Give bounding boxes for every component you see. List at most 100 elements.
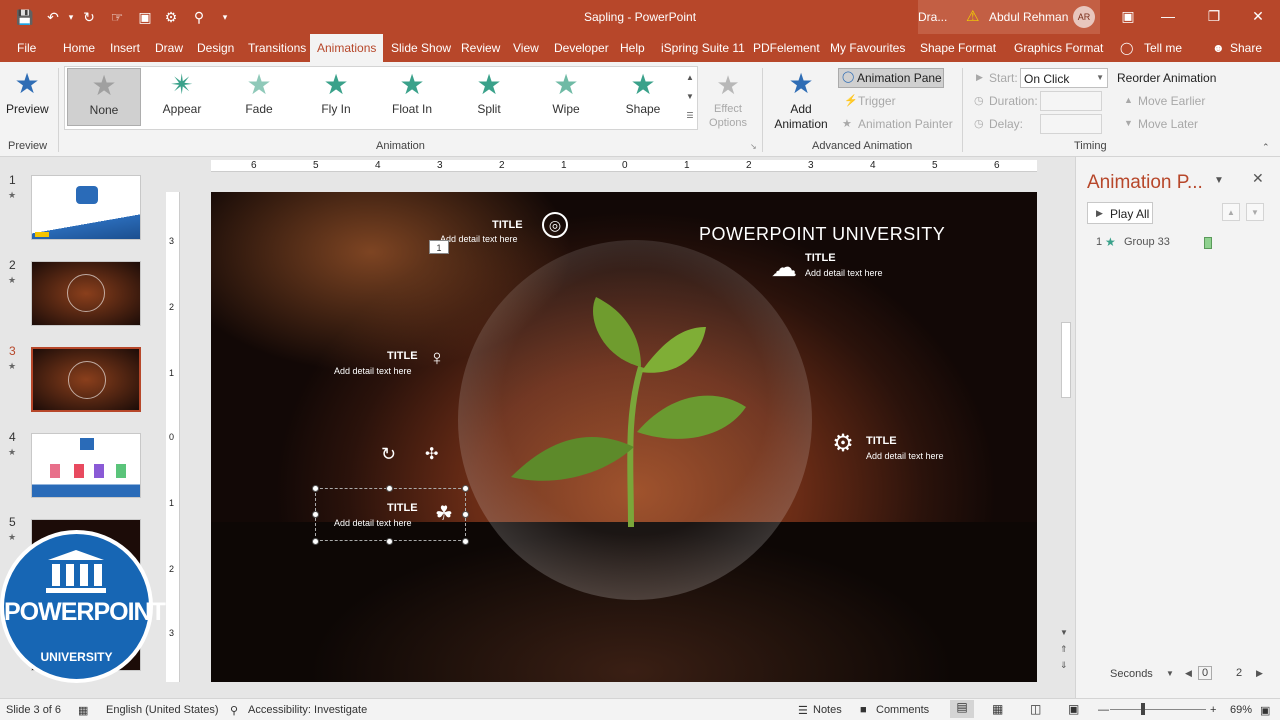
slide-thumbnail-3[interactable]: [31, 347, 141, 412]
fit-slide-icon[interactable]: ▣: [1260, 704, 1270, 717]
tab-my-favourites[interactable]: My Favourites: [830, 41, 905, 55]
item-detail[interactable]: Add detail text here: [805, 268, 883, 278]
item-title[interactable]: TITLE: [492, 219, 523, 231]
reading-view-icon[interactable]: ◫: [1030, 702, 1041, 716]
resize-handle[interactable]: [312, 511, 319, 518]
tab-pdfelement[interactable]: PDFelement: [753, 41, 820, 55]
item-title[interactable]: TITLE: [387, 502, 418, 514]
animation-none[interactable]: ★ None: [67, 68, 141, 126]
share-icon[interactable]: ☻: [1212, 41, 1225, 55]
slide-thumbnail-2[interactable]: [31, 261, 141, 326]
slide-canvas[interactable]: POWERPOINT UNIVERSITY TITLE Add detail t…: [211, 192, 1037, 682]
animation-fly-in[interactable]: ★ Fly In: [299, 68, 373, 126]
resize-handle[interactable]: [386, 485, 393, 492]
animation-painter-button[interactable]: Animation Painter: [858, 117, 953, 131]
tab-graphics-format[interactable]: Graphics Format: [1014, 41, 1103, 55]
move-earlier-button[interactable]: Move Earlier: [1138, 94, 1205, 108]
resize-handle[interactable]: [462, 485, 469, 492]
timeline-right-icon[interactable]: ▶: [1256, 668, 1263, 679]
user-avatar[interactable]: AR: [1073, 6, 1095, 28]
move-down-icon[interactable]: ▼: [1246, 203, 1264, 221]
slide-show-icon[interactable]: ▣: [1068, 702, 1079, 716]
tab-developer[interactable]: Developer: [554, 41, 609, 55]
tab-help[interactable]: Help: [620, 41, 645, 55]
share-button[interactable]: Share: [1230, 41, 1262, 55]
item-title[interactable]: TITLE: [805, 252, 836, 264]
gallery-scroll[interactable]: ▲ ▼ ☰: [684, 68, 696, 128]
start-dropdown[interactable]: On Click ▼: [1020, 68, 1108, 88]
seconds-dropdown[interactable]: Seconds: [1110, 668, 1153, 680]
tab-home[interactable]: Home: [63, 41, 95, 55]
animation-float-in[interactable]: ★ Float In: [375, 68, 449, 126]
zoom-level[interactable]: 69%: [1230, 704, 1252, 716]
timeline-left-icon[interactable]: ◀: [1185, 668, 1192, 679]
add-animation-button[interactable]: ★ Add Animation: [766, 66, 836, 136]
animation-wipe[interactable]: ★ Wipe: [529, 68, 603, 126]
tab-insert[interactable]: Insert: [110, 41, 140, 55]
delay-input[interactable]: [1040, 114, 1102, 134]
user-name[interactable]: Abdul Rehman: [989, 10, 1068, 24]
entry-timing-bar[interactable]: [1204, 237, 1212, 249]
duration-input[interactable]: [1040, 91, 1102, 111]
normal-view-icon[interactable]: ▤: [950, 700, 974, 718]
gallery-down-icon[interactable]: ▼: [684, 87, 696, 106]
preview-button[interactable]: ★ Preview: [6, 66, 49, 134]
tab-review[interactable]: Review: [461, 41, 500, 55]
animation-dialog-launcher-icon[interactable]: ↘: [750, 142, 757, 151]
slide-heading[interactable]: POWERPOINT UNIVERSITY: [699, 224, 945, 245]
item-title[interactable]: TITLE: [387, 350, 418, 362]
next-slide-icon[interactable]: ⇓: [1060, 660, 1068, 671]
close-window-icon[interactable]: ✕: [1246, 6, 1270, 26]
item-detail[interactable]: Add detail text here: [440, 234, 518, 244]
animation-shape[interactable]: ★ Shape: [606, 68, 680, 126]
slide-thumbnail-1[interactable]: [31, 175, 141, 240]
tab-design[interactable]: Design: [197, 41, 234, 55]
animation-tag[interactable]: 1: [429, 240, 449, 254]
effect-options-button[interactable]: ★ Effect Options: [702, 68, 754, 138]
accessibility-icon[interactable]: ⚲: [230, 704, 238, 717]
tab-file[interactable]: File: [17, 41, 36, 55]
language[interactable]: English (United States): [106, 704, 219, 716]
play-all-button[interactable]: ▶ Play All: [1087, 202, 1153, 224]
maximize-icon[interactable]: ❐: [1202, 6, 1226, 26]
scrollbar-thumb[interactable]: [1061, 322, 1071, 398]
item-detail[interactable]: Add detail text here: [334, 366, 412, 376]
zoom-out-icon[interactable]: —: [1098, 704, 1109, 716]
spelling-icon[interactable]: ▦: [78, 704, 88, 717]
animation-split[interactable]: ★ Split: [452, 68, 526, 126]
comments-button[interactable]: Comments: [876, 704, 929, 716]
move-later-button[interactable]: Move Later: [1138, 117, 1198, 131]
rotate-handle-icon[interactable]: ↻: [381, 444, 396, 465]
tab-ispring[interactable]: iSpring Suite 11: [661, 41, 745, 55]
minimize-icon[interactable]: —: [1156, 6, 1180, 26]
zoom-slider-thumb[interactable]: [1141, 703, 1145, 715]
resize-handle[interactable]: [462, 538, 469, 545]
notes-button[interactable]: Notes: [813, 704, 842, 716]
tell-me-search[interactable]: Tell me: [1144, 41, 1182, 55]
accessibility-status[interactable]: Accessibility: Investigate: [248, 704, 367, 716]
previous-slide-icon[interactable]: ⇑: [1060, 644, 1068, 655]
slide-sorter-icon[interactable]: ▦: [992, 702, 1003, 716]
scroll-down-icon[interactable]: ▼: [1060, 628, 1068, 637]
item-detail[interactable]: Add detail text here: [334, 518, 412, 528]
move-up-icon[interactable]: ▲: [1222, 203, 1240, 221]
trigger-button[interactable]: Trigger: [858, 94, 896, 108]
resize-handle[interactable]: [386, 538, 393, 545]
vertical-scrollbar[interactable]: ▼ ⇑ ⇓: [1058, 192, 1072, 682]
animation-fade[interactable]: ★ Fade: [222, 68, 296, 126]
resize-handle[interactable]: [312, 538, 319, 545]
resize-handle[interactable]: [462, 511, 469, 518]
slide-thumbnail-4[interactable]: [31, 433, 141, 498]
tab-slide-show[interactable]: Slide Show: [391, 41, 451, 55]
collapse-ribbon-icon[interactable]: ⌃: [1262, 142, 1270, 153]
tab-transitions[interactable]: Transitions: [248, 41, 306, 55]
warning-icon[interactable]: ⚠: [966, 7, 979, 25]
gallery-up-icon[interactable]: ▲: [684, 68, 696, 87]
tab-shape-format[interactable]: Shape Format: [920, 41, 996, 55]
animation-appear[interactable]: ✴ Appear: [145, 68, 219, 126]
pane-options-icon[interactable]: ▼: [1214, 175, 1224, 186]
tab-animations[interactable]: Animations: [310, 34, 384, 62]
zoom-slider[interactable]: [1110, 709, 1206, 710]
resize-handle[interactable]: [312, 485, 319, 492]
gallery-more-icon[interactable]: ☰: [684, 106, 696, 125]
